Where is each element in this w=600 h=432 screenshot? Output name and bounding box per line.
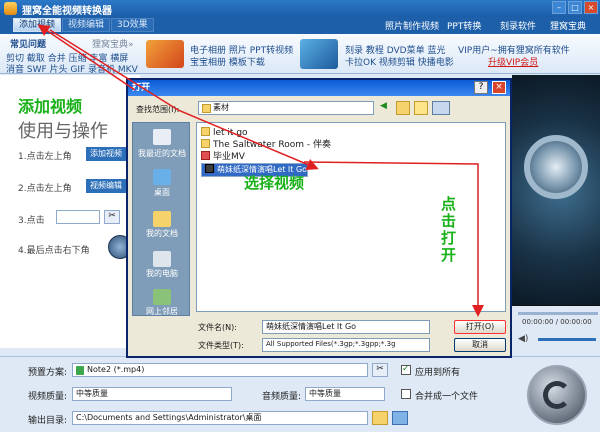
arrow-to-add-video	[37, 24, 136, 91]
arrow-to-file	[49, 29, 319, 171]
annotation-select-video: 选择视频	[244, 174, 305, 192]
annotation-click-open: 点击打开	[439, 196, 457, 264]
annotation-arrows	[37, 24, 484, 317]
annotation-add-video: 添加视频	[18, 97, 83, 116]
